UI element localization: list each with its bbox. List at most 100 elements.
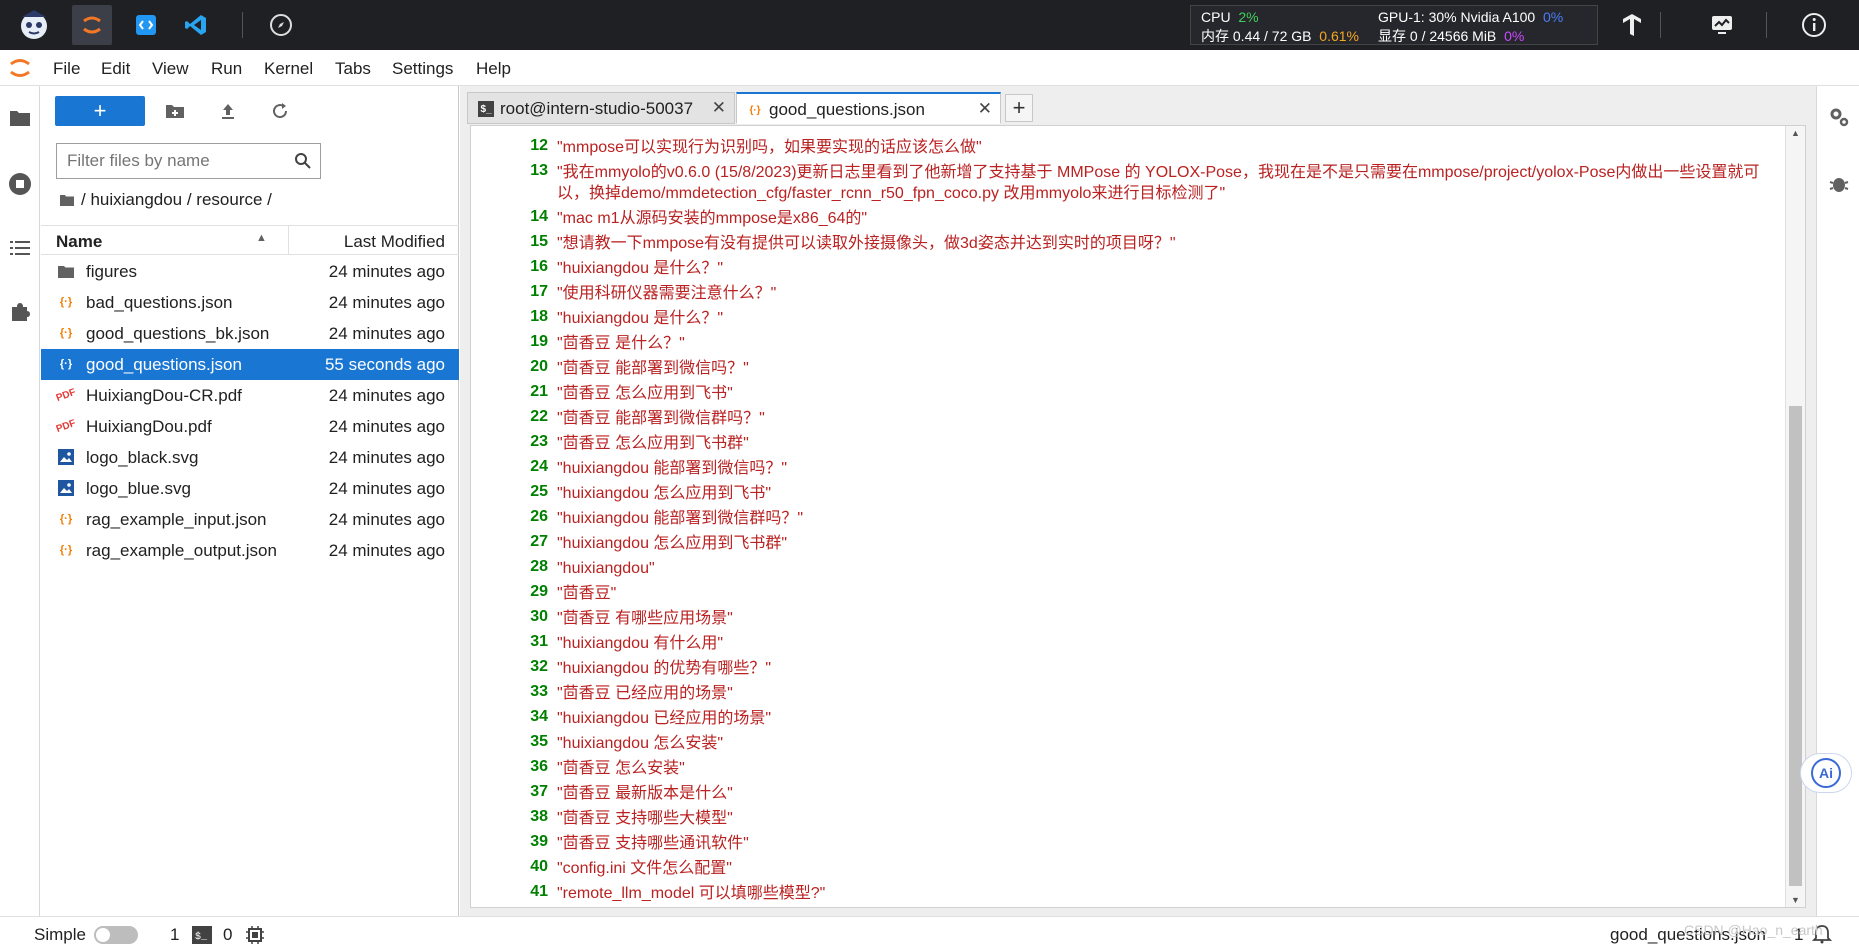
file-name: logo_blue.svg	[86, 479, 191, 498]
main-dock-area: $_ root@intern-studio-50037 ✕ {·} good_q…	[460, 86, 1816, 916]
property-inspector-icon[interactable]	[1826, 104, 1852, 130]
line-number: 19	[530, 333, 548, 350]
info-icon[interactable]	[1794, 5, 1834, 45]
simple-mode-toggle[interactable]	[94, 926, 138, 944]
menu-view[interactable]: View	[152, 59, 189, 79]
code-text: "config.ini 文件怎么配置"	[557, 860, 732, 877]
column-last-modified[interactable]: Last Modified	[344, 232, 445, 252]
file-row[interactable]: PDF HuixiangDou.pdf 24 minutes ago	[41, 411, 459, 442]
code-text: "茴香豆 支持哪些大模型"	[557, 810, 733, 827]
monitor-icon[interactable]	[1702, 5, 1742, 45]
kernel-status-icon[interactable]	[246, 926, 264, 949]
file-row[interactable]: logo_blue.svg 24 minutes ago	[41, 473, 459, 504]
vram-label: 显存 0 / 24566 MiB	[1378, 28, 1497, 44]
menu-settings[interactable]: Settings	[392, 59, 453, 79]
code-text: "茴香豆 能部署到微信群吗？"	[557, 410, 765, 427]
json-icon: {·}	[749, 104, 761, 116]
file-row[interactable]: PDF HuixiangDou-CR.pdf 24 minutes ago	[41, 380, 459, 411]
file-row[interactable]: figures 24 minutes ago	[41, 256, 459, 287]
code-text: "huixiangdou 是什么？"	[557, 260, 724, 277]
folder-icon[interactable]	[6, 104, 34, 132]
column-divider[interactable]	[288, 226, 289, 254]
file-row[interactable]: {·} good_questions.json 55 seconds ago	[41, 349, 459, 380]
file-modified-time: 24 minutes ago	[328, 293, 445, 312]
menu-edit[interactable]: Edit	[101, 59, 130, 79]
json-icon: {·}	[59, 296, 73, 308]
column-name[interactable]: Name	[56, 232, 102, 252]
new-launcher-button[interactable]: +	[55, 96, 145, 126]
line-number: 16	[530, 258, 548, 275]
terminal-status-icon[interactable]: $_	[192, 926, 212, 949]
folder-icon	[57, 262, 75, 280]
json-icon: {·}	[59, 513, 73, 525]
file-row[interactable]: {·} rag_example_input.json 24 minutes ago	[41, 504, 459, 535]
pdf-icon: PDF	[54, 417, 78, 435]
scroll-up-icon[interactable]: ▲	[1791, 128, 1800, 138]
code-text: "huixiangdou 是什么？"	[557, 310, 724, 327]
file-row[interactable]: {·} good_questions_bk.json 24 minutes ago	[41, 318, 459, 349]
refresh-icon[interactable]	[267, 98, 293, 124]
running-kernels-icon[interactable]	[6, 170, 34, 198]
menu-tabs[interactable]: Tabs	[335, 59, 371, 79]
menu-kernel[interactable]: Kernel	[264, 59, 313, 79]
upload-icon[interactable]	[215, 98, 241, 124]
code-text: "我在mmyolo的v0.6.0 (15/8/2023)更新日志里看到了他新增了…	[557, 164, 1760, 202]
code-icon[interactable]	[126, 5, 166, 45]
jupyter-icon[interactable]	[72, 5, 112, 45]
menu-file[interactable]: File	[53, 59, 80, 79]
kernel-count[interactable]: 0	[223, 925, 232, 945]
code-text: "huixiangdou 怎么应用到飞书群"	[557, 535, 788, 552]
extension-puzzle-icon[interactable]	[6, 298, 34, 326]
left-sidebar-rail	[0, 86, 40, 916]
sort-ascending-icon[interactable]: ▲	[256, 232, 267, 244]
vscode-icon[interactable]	[176, 5, 216, 45]
file-row[interactable]: {·} rag_example_output.json 24 minutes ago	[41, 535, 459, 566]
file-row[interactable]: logo_black.svg 24 minutes ago	[41, 442, 459, 473]
image-icon	[57, 479, 75, 497]
close-icon[interactable]: ✕	[712, 98, 726, 118]
file-name: HuixiangDou.pdf	[86, 417, 212, 436]
ai-icon: Ai	[1811, 758, 1841, 788]
mascot-logo-icon[interactable]	[14, 5, 54, 45]
compass-icon[interactable]	[261, 5, 301, 45]
close-icon[interactable]: ✕	[978, 99, 992, 119]
svg-text:$_: $_	[195, 931, 208, 943]
menu-bar: File Edit View Run Kernel Tabs Settings …	[0, 50, 1859, 86]
filter-files-input[interactable]	[67, 150, 282, 172]
search-icon[interactable]	[294, 152, 312, 175]
file-modified-time: 55 seconds ago	[324, 355, 445, 374]
tab-good-questions[interactable]: {·} good_questions.json ✕	[736, 92, 1001, 124]
table-of-contents-icon[interactable]	[6, 234, 34, 262]
add-tab-button[interactable]: +	[1005, 94, 1033, 122]
file-name: rag_example_output.json	[86, 541, 277, 560]
file-name: rag_example_input.json	[86, 510, 267, 529]
file-browser-panel: + / huixiangdou / resource / Name ▲ Last…	[41, 86, 459, 916]
new-folder-icon[interactable]	[162, 98, 188, 124]
breadcrumb-path[interactable]: / huixiangdou / resource /	[81, 190, 272, 209]
code-text: "茴香豆 已经应用的场景"	[557, 685, 733, 702]
line-number: 40	[530, 858, 548, 875]
json-icon: {·}	[59, 327, 73, 339]
tab-terminal[interactable]: $_ root@intern-studio-50037 ✕	[467, 92, 735, 124]
file-row[interactable]: {·} bad_questions.json 24 minutes ago	[41, 287, 459, 318]
vram-value: 0%	[1504, 28, 1525, 44]
code-text: "茴香豆 怎么应用到飞书"	[557, 385, 733, 402]
code-text: "huixiangdou 已经应用的场景"	[557, 710, 772, 727]
line-number: 32	[530, 658, 548, 675]
vertical-scrollbar[interactable]: ▲ ▼	[1785, 126, 1805, 907]
cpu-value: 2%	[1238, 9, 1259, 25]
line-number: 18	[530, 308, 548, 325]
scrollbar-thumb[interactable]	[1789, 406, 1802, 886]
code-editor[interactable]: 12 "mmpose可以实现行为识别吗，如果要实现的话应该怎么做" 13 "我在mmy…	[470, 125, 1806, 908]
breadcrumb-folder-icon[interactable]	[59, 192, 75, 212]
menu-run[interactable]: Run	[211, 59, 242, 79]
ai-assistant-button[interactable]: Ai	[1800, 753, 1852, 793]
gpu-value: 0%	[1542, 9, 1564, 25]
terminal-count[interactable]: 1	[170, 925, 179, 945]
tensorflow-icon[interactable]	[1612, 5, 1652, 45]
code-text: "huixiangdou 的优势有哪些？"	[557, 660, 772, 677]
menu-help[interactable]: Help	[476, 59, 511, 79]
debugger-bug-icon[interactable]	[1826, 170, 1852, 196]
code-text: "huixiangdou 怎么安装"	[557, 735, 724, 752]
scroll-down-icon[interactable]: ▼	[1791, 895, 1800, 905]
